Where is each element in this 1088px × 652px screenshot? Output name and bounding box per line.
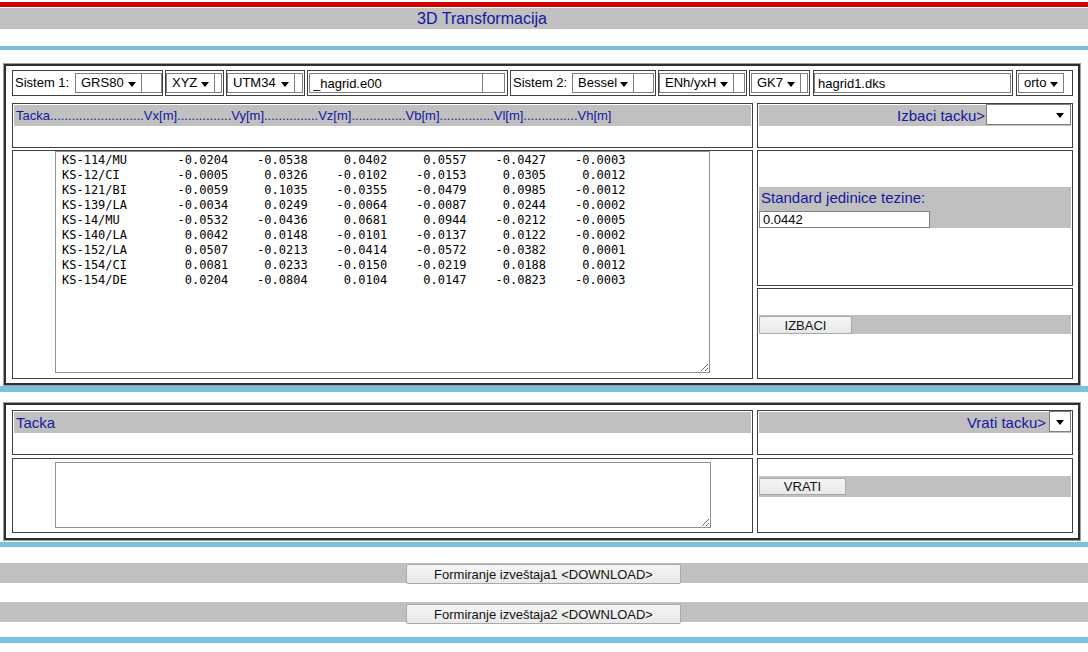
system1-file-aux-input[interactable] (482, 73, 505, 93)
system1-coord-value: XYZ (172, 75, 197, 90)
system1-projection-aux-input[interactable] (294, 73, 303, 93)
system2-coord-select[interactable]: ENh/yxH (659, 73, 734, 93)
system1-projection-value: UTM34 (233, 75, 276, 90)
residuals-header-cell: Tacka..........................Vx[m]....… (12, 103, 753, 148)
system2-projection-value: GK7 (757, 75, 783, 90)
blue-divider-middle (0, 386, 1088, 392)
chevron-down-icon (1050, 82, 1058, 87)
report1-button[interactable]: Formiranje izveštaja1 <DOWNLOAD> (406, 564, 681, 584)
system1-coord-select[interactable]: XYZ (166, 73, 215, 93)
chevron-down-icon (1056, 420, 1064, 425)
system1-coord-aux-input[interactable] (214, 73, 222, 93)
chevron-down-icon (787, 82, 795, 87)
system1-datum-select[interactable]: GRS80 (75, 73, 142, 93)
return-header: Tacka (14, 412, 751, 433)
chevron-down-icon (128, 82, 136, 87)
chevron-down-icon (620, 82, 628, 87)
system1-label: Sistem 1: (15, 73, 69, 93)
system2-label: Sistem 2: (513, 73, 567, 93)
system1-datum-value: GRS80 (81, 75, 124, 90)
chevron-down-icon (201, 82, 209, 87)
chevron-down-icon (720, 82, 728, 87)
return-button[interactable]: VRATI (759, 478, 846, 495)
return-point-label: Vrati tacku> (759, 412, 1071, 433)
blue-divider-bottom (0, 637, 1088, 643)
title-bar: 3D Transformacija (0, 8, 1088, 29)
red-divider (0, 2, 1088, 7)
height-type-select[interactable]: orto (1018, 73, 1064, 93)
system1-datum-aux-input[interactable] (141, 73, 162, 93)
return-point-cell: Vrati tacku> (757, 410, 1073, 455)
remove-point-select[interactable] (986, 104, 1071, 125)
residuals-header: Tacka..........................Vx[m]....… (14, 105, 751, 126)
system2-datum-select[interactable]: Bessel (572, 73, 634, 93)
system2-projection-select[interactable]: GK7 (751, 73, 801, 93)
system2-coord-value: ENh/yxH (665, 75, 716, 90)
return-textarea[interactable] (55, 462, 711, 528)
chevron-down-icon (281, 82, 289, 87)
standard-weight-input[interactable] (759, 211, 930, 228)
residuals-textarea[interactable]: KS-114/MU -0.0204 -0.0538 0.0402 0.0557 … (55, 151, 710, 373)
system1-projection-select[interactable]: UTM34 (227, 73, 295, 93)
chevron-down-icon (1056, 113, 1064, 118)
system2-datum-value: Bessel (578, 75, 617, 90)
return-point-select[interactable] (1049, 411, 1071, 432)
height-type-value: orto (1024, 75, 1046, 90)
return-action-cell (757, 458, 1073, 533)
system2-file-input[interactable] (814, 73, 1011, 93)
blue-divider-top (0, 46, 1088, 50)
remove-button[interactable]: IZBACI (759, 316, 852, 334)
report2-button[interactable]: Formiranje izveštaja2 <DOWNLOAD> (406, 604, 681, 624)
system1-file-input[interactable] (309, 73, 483, 93)
system2-datum-aux-input[interactable] (633, 73, 654, 93)
return-header-cell: Tacka (12, 410, 753, 455)
standard-weight-label: Standard jedinice tezine: (761, 189, 925, 206)
page-title: 3D Transformacija (417, 8, 547, 29)
system2-coord-aux-input[interactable] (733, 73, 745, 93)
blue-divider-lower (0, 542, 1088, 547)
system2-projection-aux-input[interactable] (800, 73, 808, 93)
